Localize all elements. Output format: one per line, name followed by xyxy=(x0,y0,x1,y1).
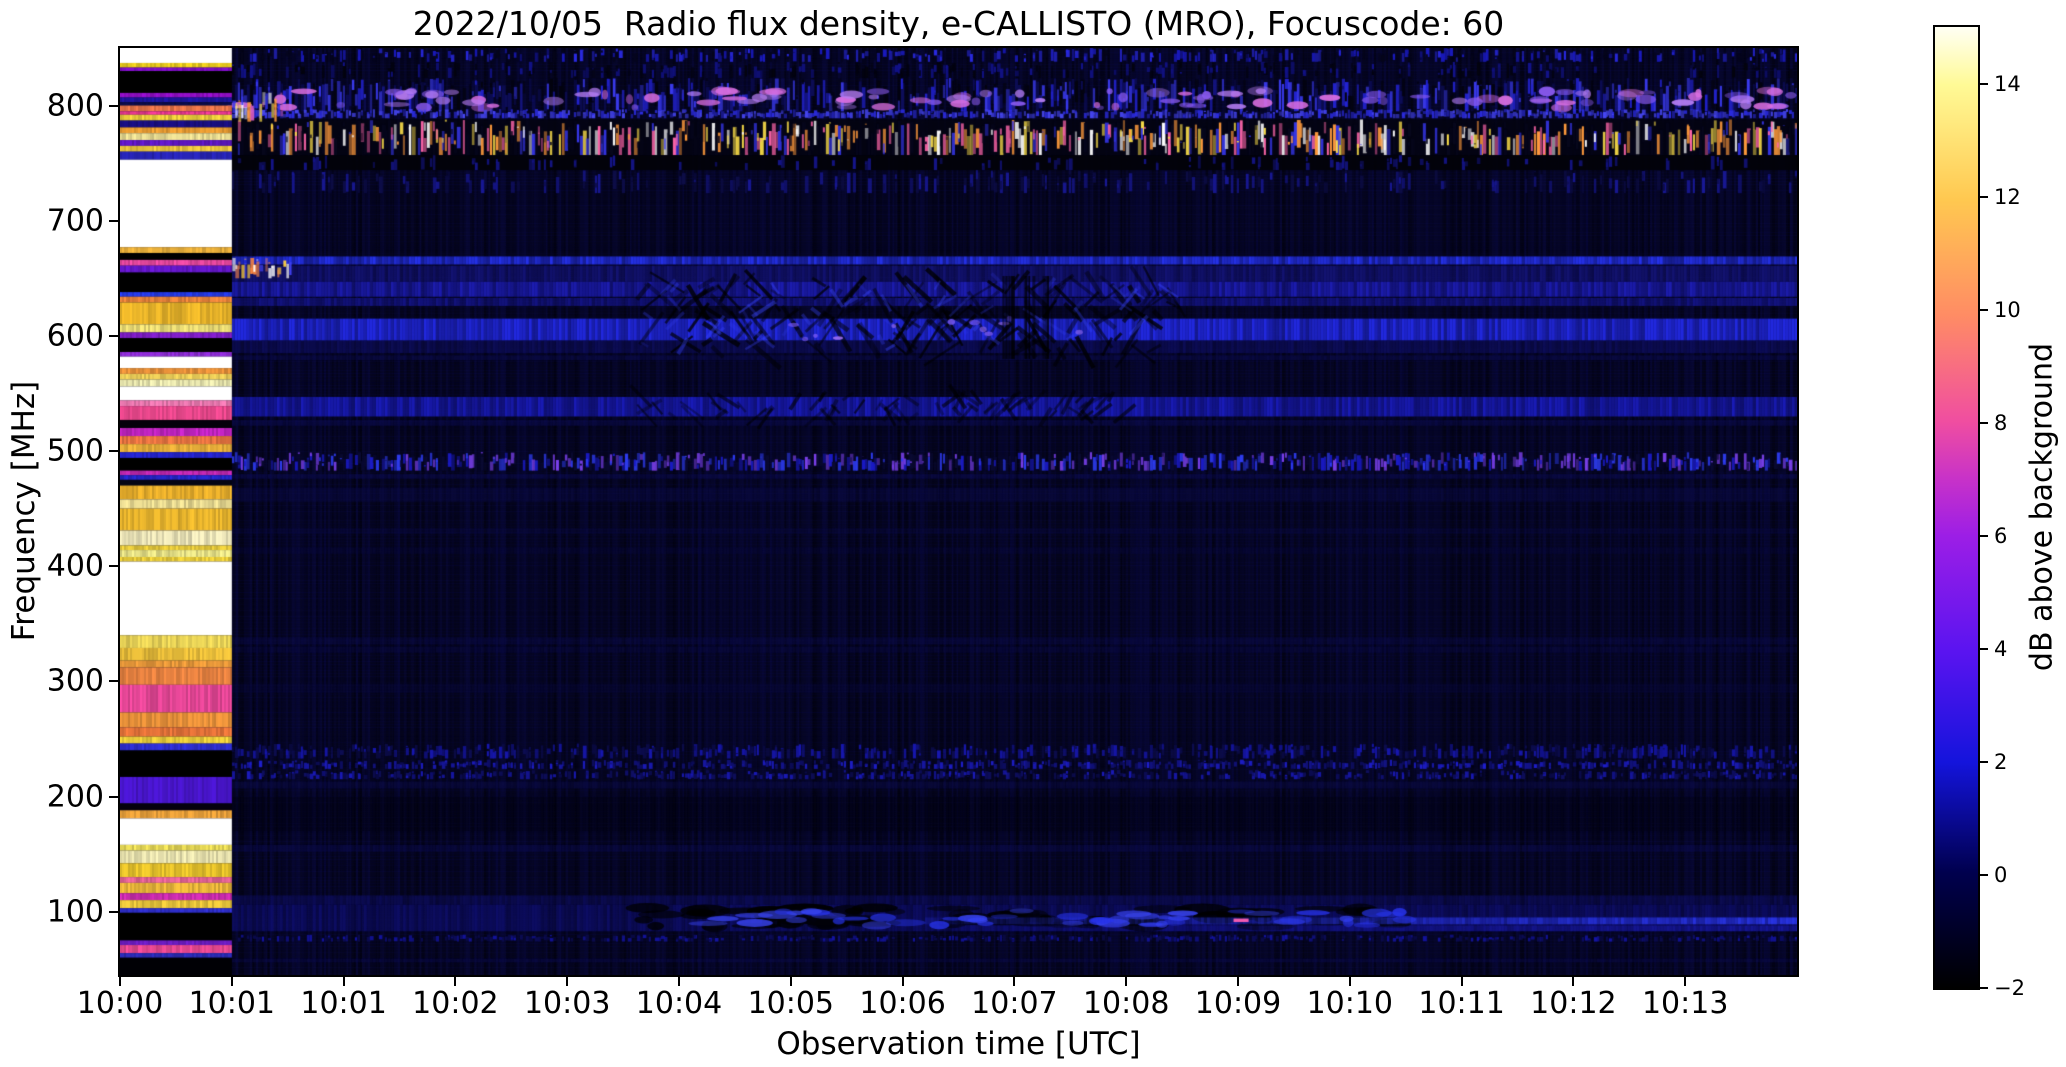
x-tick-mark xyxy=(566,977,569,986)
colorbar-tick-mark xyxy=(1980,534,1988,537)
x-tick-label: 10:13 xyxy=(1641,986,1729,1021)
x-tick-label: 10:09 xyxy=(1194,986,1282,1021)
colorbar-tick-mark xyxy=(1980,873,1988,876)
x-tick-label: 10:02 xyxy=(412,986,499,1021)
x-tick-label: 10:05 xyxy=(747,986,835,1021)
figure-page: 2022/10/05 Radio flux density, e-CALLIST… xyxy=(0,0,2066,1067)
colorbar-tick-mark xyxy=(1980,421,1988,424)
y-tick-label: 600 xyxy=(46,318,104,354)
x-tick-label: 10:00 xyxy=(76,986,164,1021)
x-tick-mark xyxy=(1460,977,1463,986)
x-tick-mark xyxy=(1237,977,1239,986)
x-tick-mark xyxy=(119,977,121,986)
x-tick-mark xyxy=(454,977,457,986)
colorbar-tick-label: 6 xyxy=(1994,523,2008,548)
y-tick-mark xyxy=(109,334,118,337)
y-tick-label: 700 xyxy=(46,203,104,239)
x-tick-mark xyxy=(1013,977,1016,986)
spectrogram-plot-area xyxy=(118,46,1799,977)
y-axis-label: Frequency [MHz] xyxy=(6,380,42,642)
y-tick-mark xyxy=(109,219,118,222)
x-tick-mark xyxy=(342,977,345,986)
x-tick-label: 10:10 xyxy=(1306,986,1394,1021)
x-tick-mark xyxy=(678,977,680,986)
x-tick-mark xyxy=(789,977,792,986)
colorbar-tick-label: 10 xyxy=(1994,297,2021,322)
x-tick-mark xyxy=(1572,977,1575,986)
x-tick-mark xyxy=(1125,977,1128,986)
x-tick-label: 10:12 xyxy=(1530,986,1617,1021)
colorbar-tick-label: 2 xyxy=(1994,749,2008,774)
colorbar-tick-label: 8 xyxy=(1994,410,2008,435)
colorbar-tick-label: 4 xyxy=(1994,636,2008,661)
spectrogram-canvas xyxy=(120,48,1797,975)
y-tick-label: 200 xyxy=(46,779,104,814)
y-tick-label: 100 xyxy=(46,894,104,930)
colorbar-tick-label: 12 xyxy=(1994,184,2021,209)
colorbar-tick-mark xyxy=(1980,308,1988,311)
x-tick-label: 10:07 xyxy=(971,986,1058,1021)
colorbar-tick-mark xyxy=(1980,82,1988,85)
y-tick-mark xyxy=(109,104,118,107)
colorbar-tick-mark xyxy=(1980,987,1988,989)
x-tick-label: 10:06 xyxy=(859,986,946,1021)
colorbar-tick-label: 0 xyxy=(1994,862,2008,887)
y-tick-mark xyxy=(109,795,118,798)
y-tick-mark xyxy=(109,680,118,683)
x-axis-label: Observation time [UTC] xyxy=(776,1026,1141,1062)
x-tick-mark xyxy=(230,977,233,986)
x-tick-label: 10:11 xyxy=(1418,986,1505,1021)
y-tick-label: 800 xyxy=(46,88,104,124)
x-tick-label: 10:03 xyxy=(523,986,611,1021)
x-tick-label: 10:08 xyxy=(1082,986,1170,1021)
y-tick-label: 300 xyxy=(46,663,104,699)
colorbar xyxy=(1933,25,1980,990)
x-tick-mark xyxy=(1684,977,1687,986)
colorbar-tick-mark xyxy=(1980,195,1988,198)
y-tick-mark xyxy=(109,910,118,913)
colorbar-tick-mark xyxy=(1980,647,1988,650)
colorbar-tick-mark xyxy=(1980,760,1988,763)
y-tick-mark xyxy=(109,450,118,453)
x-tick-mark xyxy=(901,977,904,986)
chart-title: 2022/10/05 Radio flux density, e-CALLIST… xyxy=(412,4,1505,43)
colorbar-tick-label: −2 xyxy=(1994,976,2025,1000)
x-tick-label: 10:01 xyxy=(188,986,276,1021)
x-tick-label: 10:04 xyxy=(635,986,723,1021)
colorbar-label: dB above background xyxy=(2024,342,2060,672)
x-tick-mark xyxy=(1348,977,1351,986)
y-tick-mark xyxy=(109,565,118,568)
x-tick-label: 10:01 xyxy=(300,986,387,1021)
colorbar-tick-label: 14 xyxy=(1994,71,2021,96)
